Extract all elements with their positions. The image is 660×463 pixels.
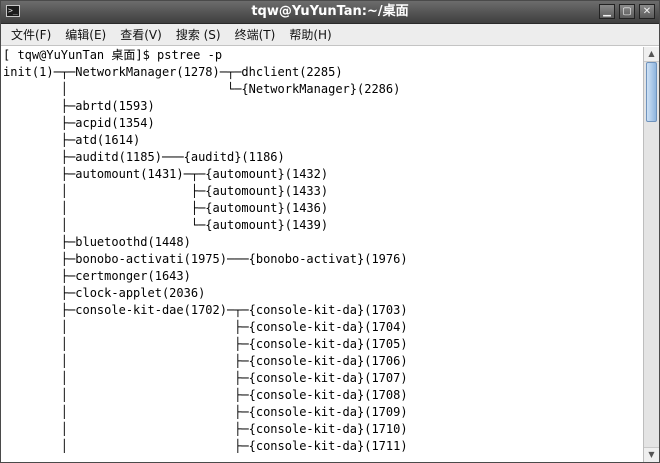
terminal-line: ├─auditd(1185)───{auditd}(1186) (3, 150, 285, 164)
terminal-line: │ ├─{console-kit-da}(1710) (3, 422, 408, 436)
terminal-line: │ ├─{automount}(1436) (3, 201, 329, 215)
menu-file[interactable]: 文件(F) (5, 24, 57, 46)
terminal-line: ├─certmonger(1643) (3, 269, 191, 283)
terminal-line: │ ├─{console-kit-da}(1705) (3, 337, 408, 351)
minimize-icon[interactable]: ▁ (599, 4, 615, 19)
arrow-down-icon[interactable]: ▼ (644, 447, 659, 462)
arrow-up-icon[interactable]: ▲ (644, 47, 659, 62)
terminal-line: │ └─{NetworkManager}(2286) (3, 82, 401, 96)
terminal-line: [ tqw@YuYunTan 桌面]$ pstree -p (3, 48, 223, 62)
terminal-line: │ ├─{console-kit-da}(1704) (3, 320, 408, 334)
terminal-line: │ ├─{console-kit-da}(1708) (3, 388, 408, 402)
terminal-output[interactable]: [ tqw@YuYunTan 桌面]$ pstree -p init(1)─┬─… (1, 47, 643, 462)
terminal-line: │ └─{automount}(1439) (3, 218, 329, 232)
terminal-line: ├─acpid(1354) (3, 116, 155, 130)
vertical-scrollbar[interactable]: ▲ ▼ (643, 47, 659, 462)
terminal-line: ├─clock-applet(2036) (3, 286, 206, 300)
close-icon[interactable]: ✕ (639, 4, 655, 19)
maximize-icon[interactable]: ▢ (619, 4, 635, 19)
window-controls: ▁ ▢ ✕ (599, 4, 655, 19)
terminal-line: ├─console-kit-dae(1702)─┬─{console-kit-d… (3, 303, 408, 317)
terminal-line: │ ├─{console-kit-da}(1709) (3, 405, 408, 419)
terminal-line: ├─bluetoothd(1448) (3, 235, 191, 249)
terminal-line: │ ├─{console-kit-da}(1711) (3, 439, 408, 453)
terminal-line: init(1)─┬─NetworkManager(1278)─┬─dhclien… (3, 65, 343, 79)
terminal-line: ├─automount(1431)─┬─{automount}(1432) (3, 167, 329, 181)
menu-help[interactable]: 帮助(H) (283, 24, 337, 46)
window-title: tqw@YuYunTan:~/桌面 (251, 4, 409, 19)
terminal-window: >_ tqw@YuYunTan:~/桌面 ▁ ▢ ✕ 文件(F) 编辑(E) 查… (0, 0, 660, 463)
menu-search[interactable]: 搜索 (S) (170, 24, 227, 46)
terminal-line: ├─bonobo-activati(1975)───{bonobo-activa… (3, 252, 408, 266)
scrollbar-thumb[interactable] (646, 62, 657, 122)
terminal-line: ├─abrtd(1593) (3, 99, 155, 113)
terminal-line: │ ├─{automount}(1433) (3, 184, 329, 198)
terminal-line: ├─atd(1614) (3, 133, 141, 147)
menu-bar: 文件(F) 编辑(E) 查看(V) 搜索 (S) 终端(T) 帮助(H) (1, 24, 659, 46)
title-bar[interactable]: >_ tqw@YuYunTan:~/桌面 ▁ ▢ ✕ (1, 1, 659, 24)
menu-view[interactable]: 查看(V) (114, 24, 168, 46)
menu-terminal[interactable]: 终端(T) (229, 24, 282, 46)
terminal-line: │ ├─{console-kit-da}(1707) (3, 371, 408, 385)
menu-edit[interactable]: 编辑(E) (59, 24, 112, 46)
terminal-line: │ ├─{console-kit-da}(1706) (3, 354, 408, 368)
